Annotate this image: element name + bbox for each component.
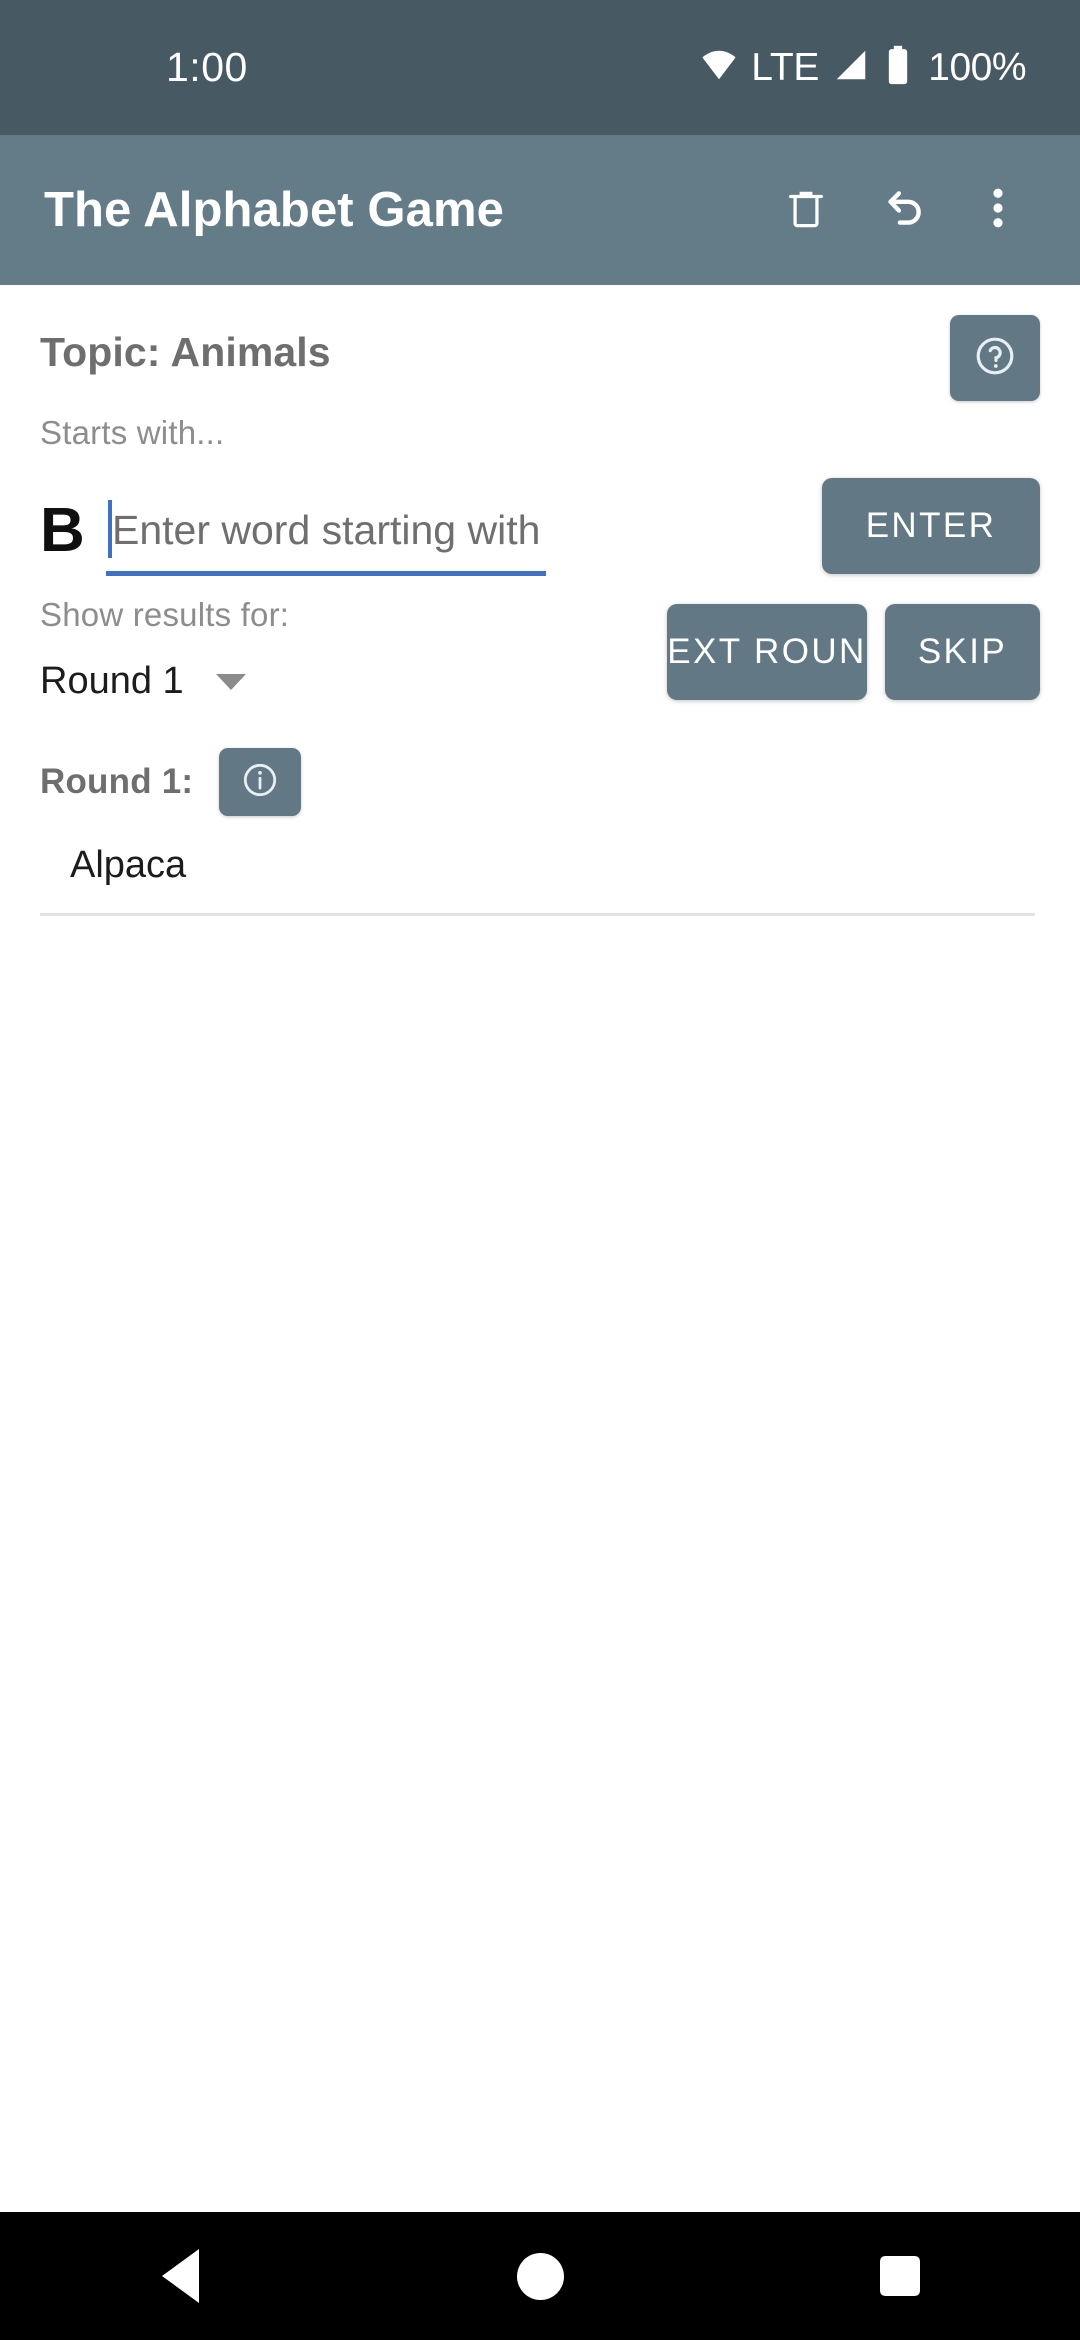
next-round-button[interactable]: NEXT ROUND (640, 604, 892, 700)
round-header-label: Round 1: (40, 762, 194, 801)
word-entry-row: B ENTER (40, 476, 1040, 576)
topic-label: Topic: Animals (40, 329, 331, 375)
round-info-button[interactable] (219, 748, 302, 816)
results-filter: Show results for: Round 1 (40, 596, 340, 703)
delete-button[interactable] (758, 162, 854, 258)
undo-icon (877, 183, 927, 238)
skip-button[interactable]: SKIP (885, 604, 1040, 700)
info-circle-icon (239, 759, 281, 806)
enter-button[interactable]: ENTER (822, 478, 1040, 574)
battery-percent-label: 100% (928, 45, 1026, 89)
starts-with-label: Starts with... (40, 414, 225, 451)
round-select[interactable]: Round 1 (40, 660, 270, 703)
round-header-row: Round 1: (40, 742, 1040, 822)
round-select-value: Round 1 (40, 660, 184, 702)
battery-icon (883, 45, 913, 90)
trash-icon (783, 185, 829, 236)
nav-back-button[interactable] (90, 2212, 270, 2340)
more-vertical-icon (978, 185, 1018, 236)
topic-row: Topic: Animals (40, 285, 1040, 401)
undo-button[interactable] (854, 162, 950, 258)
home-circle-icon (516, 2252, 564, 2300)
next-round-button-label: NEXT ROUND (639, 632, 895, 671)
input-underline (106, 571, 546, 576)
show-results-label: Show results for: (40, 596, 290, 633)
page-title: The Alphabet Game (44, 183, 505, 237)
skip-button-label: SKIP (917, 632, 1008, 671)
status-bar-clock: 1:00 (166, 44, 248, 90)
word-list: Alpaca (40, 844, 1040, 916)
help-circle-icon (971, 332, 1019, 385)
current-letter: B (40, 496, 85, 565)
wifi-icon (700, 46, 738, 89)
text-caret (108, 500, 112, 558)
word-input[interactable] (106, 507, 546, 568)
cellular-signal-icon (832, 46, 870, 89)
overflow-menu-button[interactable] (950, 162, 1046, 258)
help-button[interactable] (950, 315, 1040, 401)
nav-home-button[interactable] (450, 2212, 630, 2340)
chevron-down-icon (215, 673, 246, 690)
main-content: Topic: Animals Starts with... B ENTER Sh… (0, 285, 1080, 2212)
enter-button-label: ENTER (865, 506, 997, 545)
network-type-label: LTE (751, 45, 820, 89)
status-bar-icons: LTE 100% (700, 45, 1026, 90)
app-bar: The Alphabet Game (0, 135, 1080, 285)
app-bar-actions (758, 162, 1046, 258)
recents-square-icon (880, 2256, 920, 2296)
word-input-wrap (106, 500, 546, 576)
list-item[interactable]: Alpaca (40, 844, 1035, 916)
status-bar: 1:00 LTE 100% (0, 0, 1080, 135)
results-controls-row: Show results for: Round 1 NEXT ROUND SKI… (40, 596, 1040, 732)
back-triangle-icon (161, 2249, 199, 2303)
round-action-buttons: NEXT ROUND SKIP (640, 604, 1040, 700)
nav-recents-button[interactable] (810, 2212, 990, 2340)
system-navigation-bar (0, 2212, 1080, 2340)
